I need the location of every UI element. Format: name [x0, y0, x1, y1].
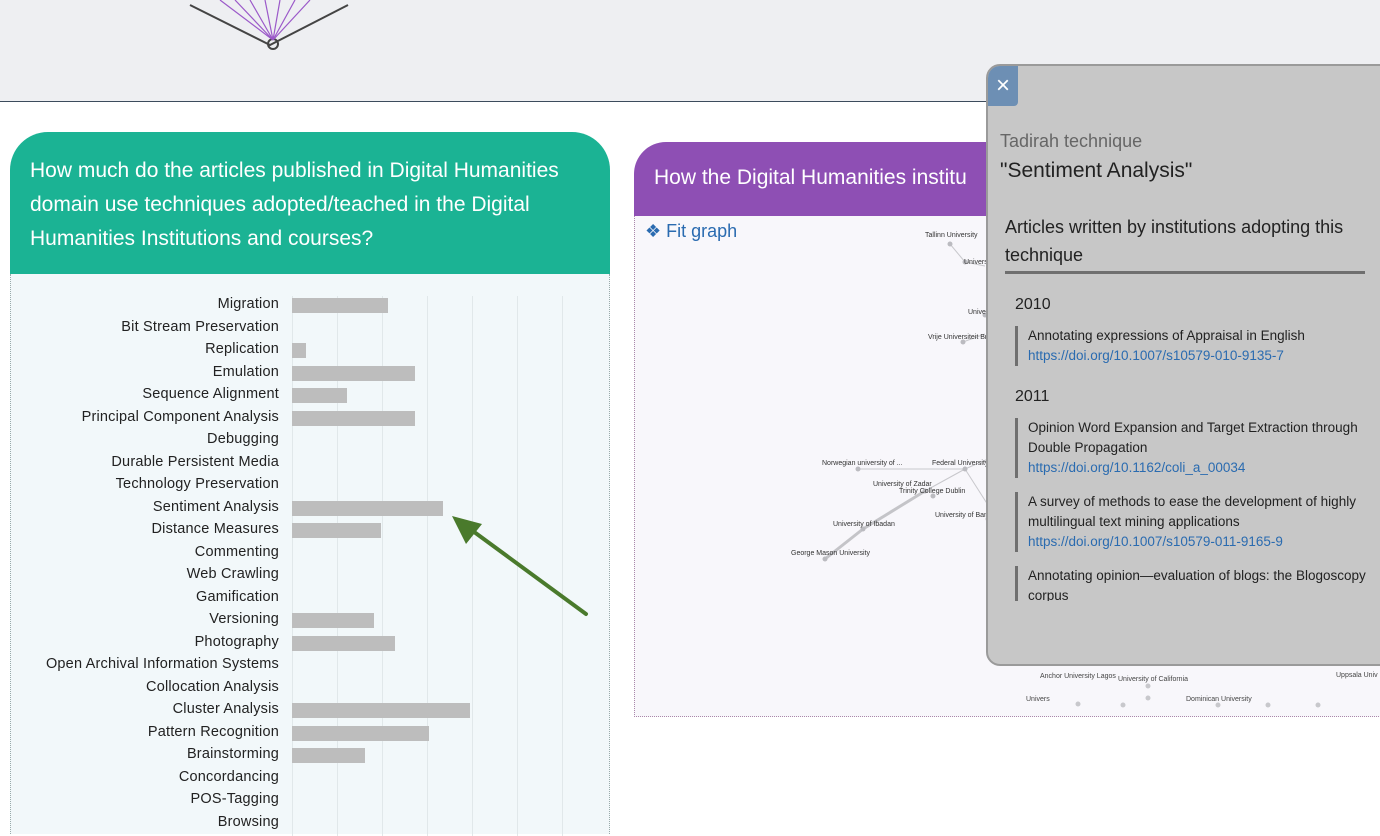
techniques-card-title: How much do the articles published in Di… [30, 159, 559, 250]
article-title: Opinion Word Expansion and Target Extrac… [1028, 420, 1358, 455]
bar-label: Photography [194, 633, 279, 650]
bar[interactable] [292, 410, 416, 426]
bar-label: Sequence Alignment [142, 386, 279, 402]
bar[interactable] [292, 343, 306, 358]
bar-label: Browsing [217, 813, 279, 830]
bar-label: Gamification [196, 588, 279, 605]
bar-label: Web Crawling [186, 566, 279, 582]
bar[interactable] [292, 523, 382, 538]
node-label[interactable]: Vrije Universiteit Bru [928, 334, 991, 341]
network-card-title: How the Digital Humanities institu [654, 166, 967, 189]
bar[interactable] [292, 500, 443, 516]
bar-label: Open Archival Information Systems [45, 656, 279, 672]
node-label[interactable]: Anchor University Lagos [1040, 673, 1116, 680]
node-label[interactable]: Trinity College Dublin [899, 488, 965, 495]
bar-label: Durable Persistent Media [111, 453, 279, 470]
bar-label: Replication [205, 341, 279, 357]
article-item: Annotating opinion—evaluation of blogs: … [1015, 566, 1373, 601]
bar[interactable] [292, 613, 375, 628]
techniques-card: How much do the articles published in Di… [10, 132, 610, 836]
bar[interactable] [292, 365, 416, 381]
node-label[interactable]: George Mason University [791, 550, 870, 557]
bar-label: Brainstorming [186, 746, 279, 762]
bar-label: Cluster Analysis [172, 701, 279, 717]
bar[interactable] [292, 725, 429, 741]
node-label[interactable]: University of Ibadan [833, 521, 895, 528]
article-doi-link[interactable]: https://doi.org/10.1007/s10579-011-9165-… [1028, 532, 1373, 552]
popup-term: "Sentiment Analysis" [1000, 159, 1193, 182]
bar-label: Versioning [209, 611, 279, 627]
bar[interactable] [292, 635, 395, 651]
bar[interactable] [292, 748, 365, 763]
bar-label: Sentiment Analysis [152, 498, 279, 515]
article-doi-link[interactable]: https://doi.org/10.1007/s10579-010-9135-… [1028, 346, 1373, 366]
bar-label: POS-Tagging [190, 791, 279, 807]
bar[interactable] [292, 388, 347, 403]
node-label[interactable]: Unive [968, 309, 986, 316]
bar[interactable] [292, 703, 471, 718]
network-bottom-labels: Anchor University Lagos University of Ca… [1018, 672, 1380, 714]
article-doi-link[interactable]: https://doi.org/10.1162/coli_a_00034 [1028, 458, 1373, 478]
bar-label: Bit Stream Preservation [121, 318, 279, 335]
popup-article-list[interactable]: 2010 Annotating expressions of Appraisal… [1013, 296, 1373, 601]
node-label[interactable]: Norwegian university of ... [822, 460, 903, 467]
popup-label: Tadirah technique [1000, 131, 1143, 151]
article-item: Annotating expressions of Appraisal in E… [1015, 326, 1373, 366]
bar-label: Concordancing [178, 768, 279, 785]
bar-label: Principal Component Analysis [81, 408, 279, 425]
node-label[interactable]: University of Zadar [873, 481, 932, 488]
techniques-card-header: How much do the articles published in Di… [10, 132, 610, 274]
article-item: A survey of methods to ease the developm… [1015, 492, 1373, 552]
bar-label: Migration [217, 296, 279, 312]
node-label[interactable]: Univers [964, 259, 988, 266]
year-heading: 2011 [1015, 388, 1050, 405]
popup-section-title: Articles written by institutions adoptin… [1005, 213, 1365, 274]
article-title: Annotating opinion—evaluation of blogs: … [1028, 568, 1366, 601]
node-label[interactable]: Dominican University [1186, 696, 1252, 703]
bar-label: Debugging [207, 431, 279, 447]
node-label[interactable]: Univers [1026, 696, 1050, 703]
node-label[interactable]: Uppsala Univ [1336, 672, 1378, 679]
node-label[interactable]: Tallinn University [925, 232, 978, 239]
bar-label: Distance Measures [151, 521, 279, 537]
bar-label: Collocation Analysis [146, 678, 279, 695]
logo-icon [189, 0, 349, 50]
technique-detail-popup: × Tadirah technique "Sentiment Analysis"… [986, 64, 1380, 666]
node-label[interactable]: University of Bam [935, 512, 990, 519]
bar-label: Pattern Recognition [147, 723, 279, 740]
bar-label: Technology Preservation [115, 476, 279, 492]
year-heading: 2010 [1015, 296, 1051, 313]
node-label[interactable]: Federal University o [932, 460, 994, 467]
bar-label: Commenting [194, 543, 279, 560]
article-title: Annotating expressions of Appraisal in E… [1028, 328, 1305, 343]
node-label[interactable]: University of California [1118, 676, 1188, 683]
article-item: Opinion Word Expansion and Target Extrac… [1015, 418, 1373, 478]
article-title: A survey of methods to ease the developm… [1028, 494, 1356, 529]
annotation-arrow-icon [452, 516, 588, 616]
close-button[interactable]: × [988, 66, 1018, 106]
bar[interactable] [292, 298, 388, 313]
bar-label: Emulation [212, 363, 279, 380]
grid-line [427, 296, 428, 836]
